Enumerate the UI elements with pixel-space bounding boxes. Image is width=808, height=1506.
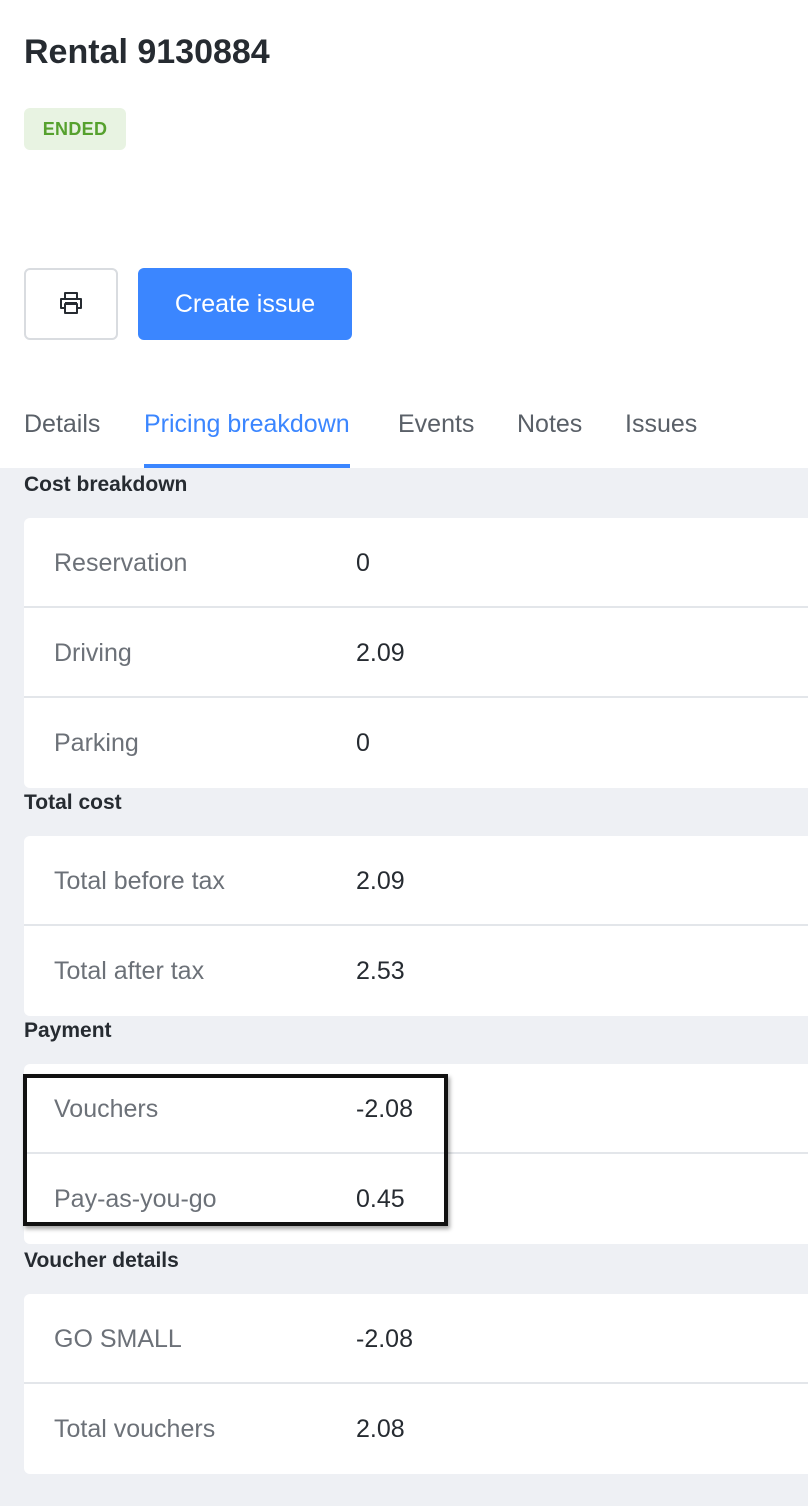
print-button[interactable] bbox=[24, 268, 118, 340]
total-cost-title: Total cost bbox=[24, 791, 122, 814]
tab-details[interactable]: Details bbox=[24, 396, 100, 468]
cost-breakdown-card: Reservation 0 Driving 2.09 Parking 0 bbox=[24, 518, 808, 788]
row-value: 0.45 bbox=[356, 1185, 405, 1213]
row-label: Parking bbox=[54, 729, 139, 757]
row-label: Vouchers bbox=[54, 1095, 159, 1123]
row-value: 2.53 bbox=[356, 957, 405, 985]
row-label: GO SMALL bbox=[54, 1325, 182, 1353]
tab-events[interactable]: Events bbox=[398, 396, 474, 468]
row-value: 0 bbox=[356, 729, 370, 757]
row-label: Driving bbox=[54, 639, 132, 667]
payment-row-vouchers: Vouchers -2.08 bbox=[24, 1064, 808, 1154]
total-row-after-tax: Total after tax 2.53 bbox=[24, 926, 808, 1016]
cost-row-parking: Parking 0 bbox=[24, 698, 808, 788]
row-label: Total after tax bbox=[54, 957, 205, 985]
row-value: 2.08 bbox=[356, 1415, 405, 1443]
row-label: Reservation bbox=[54, 549, 188, 577]
row-value: -2.08 bbox=[356, 1095, 413, 1123]
cost-row-driving: Driving 2.09 bbox=[24, 608, 808, 698]
tab-pricing-breakdown[interactable]: Pricing breakdown bbox=[144, 396, 350, 468]
voucher-details-title: Voucher details bbox=[24, 1249, 179, 1272]
row-value: 0 bbox=[356, 549, 370, 577]
total-row-before-tax: Total before tax 2.09 bbox=[24, 836, 808, 926]
row-label: Total before tax bbox=[54, 867, 225, 895]
voucher-row-total: Total vouchers 2.08 bbox=[24, 1384, 808, 1474]
printer-icon bbox=[58, 291, 84, 318]
cost-row-reservation: Reservation 0 bbox=[24, 518, 808, 608]
payment-title: Payment bbox=[24, 1019, 112, 1042]
tab-notes[interactable]: Notes bbox=[517, 396, 582, 468]
tab-bar: Details Pricing breakdown Events Notes I… bbox=[0, 396, 808, 468]
cost-breakdown-title: Cost breakdown bbox=[24, 473, 188, 496]
tab-issues[interactable]: Issues bbox=[625, 396, 697, 468]
row-label: Total vouchers bbox=[54, 1415, 216, 1443]
row-value: 2.09 bbox=[356, 867, 405, 895]
status-badge: ENDED bbox=[24, 108, 126, 150]
voucher-details-card: GO SMALL -2.08 Total vouchers 2.08 bbox=[24, 1294, 808, 1474]
page-title: Rental 9130884 bbox=[24, 33, 270, 71]
row-label: Pay-as-you-go bbox=[54, 1185, 217, 1213]
payment-row-pay-as-you-go: Pay-as-you-go 0.45 bbox=[24, 1154, 808, 1244]
rental-detail-page: Rental 9130884 ENDED Create issue Detail… bbox=[0, 0, 808, 1506]
voucher-row-go-small: GO SMALL -2.08 bbox=[24, 1294, 808, 1384]
payment-card: Vouchers -2.08 Pay-as-you-go 0.45 bbox=[24, 1064, 808, 1244]
create-issue-button[interactable]: Create issue bbox=[138, 268, 352, 340]
total-cost-card: Total before tax 2.09 Total after tax 2.… bbox=[24, 836, 808, 1016]
row-value: -2.08 bbox=[356, 1325, 413, 1353]
row-value: 2.09 bbox=[356, 639, 405, 667]
